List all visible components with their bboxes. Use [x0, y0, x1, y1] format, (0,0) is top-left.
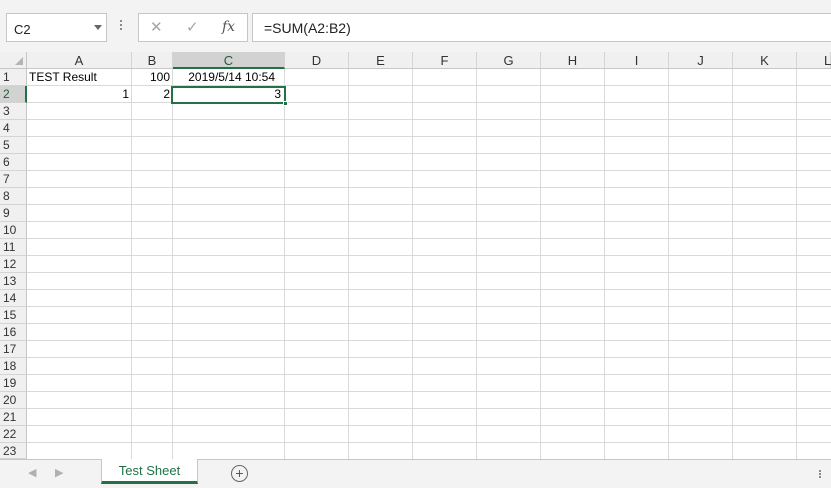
- row-header-15[interactable]: 15: [0, 307, 27, 324]
- formula-buttons: ✕ ✓ fx: [138, 13, 248, 42]
- scroll-right-icon[interactable]: ▶: [55, 466, 63, 479]
- column-header-g[interactable]: G: [477, 52, 541, 69]
- row-header-13[interactable]: 13: [0, 273, 27, 290]
- row-header-5[interactable]: 5: [0, 137, 27, 154]
- add-sheet-icon[interactable]: +: [231, 465, 248, 482]
- row-header-20[interactable]: 20: [0, 392, 27, 409]
- column-header-k[interactable]: K: [733, 52, 797, 69]
- fill-handle[interactable]: [283, 101, 288, 106]
- column-header-c[interactable]: C: [173, 52, 285, 69]
- cell-a2[interactable]: 1: [27, 86, 132, 103]
- chevron-down-icon[interactable]: [94, 25, 102, 30]
- column-header-i[interactable]: I: [605, 52, 669, 69]
- column-header-a[interactable]: A: [27, 52, 132, 69]
- row-header-16[interactable]: 16: [0, 324, 27, 341]
- column-header-f[interactable]: F: [413, 52, 477, 69]
- formula-bar: C2 ✕ ✓ fx =SUM(A2:B2): [0, 0, 831, 52]
- row-header-23[interactable]: 23: [0, 443, 27, 459]
- row-header-11[interactable]: 11: [0, 239, 27, 256]
- active-cell-border: [171, 86, 286, 104]
- column-header-l[interactable]: L: [797, 52, 831, 69]
- formula-input[interactable]: =SUM(A2:B2): [252, 13, 831, 42]
- sheet-tab-bar: ◀ ▶ Test Sheet +: [0, 459, 831, 488]
- name-box-value: C2: [14, 22, 31, 37]
- insert-function-icon[interactable]: fx: [222, 19, 235, 35]
- row-header-10[interactable]: 10: [0, 222, 27, 239]
- row-header-4[interactable]: 4: [0, 120, 27, 137]
- cell-b1[interactable]: 100: [132, 69, 173, 86]
- row-header-12[interactable]: 12: [0, 256, 27, 273]
- cell-c1[interactable]: 2019/5/14 10:54: [173, 69, 285, 86]
- row-header-8[interactable]: 8: [0, 188, 27, 205]
- column-header-e[interactable]: E: [349, 52, 413, 69]
- row-header-2[interactable]: 2: [0, 86, 27, 103]
- column-header-d[interactable]: D: [285, 52, 349, 69]
- select-all-button[interactable]: [0, 52, 27, 69]
- row-header-9[interactable]: 9: [0, 205, 27, 222]
- name-box[interactable]: C2: [6, 13, 107, 42]
- scroll-left-icon[interactable]: ◀: [28, 466, 36, 479]
- sheet-tab-test-sheet[interactable]: Test Sheet: [101, 459, 198, 484]
- row-header-3[interactable]: 3: [0, 103, 27, 120]
- enter-icon[interactable]: ✓: [186, 18, 199, 36]
- column-header-h[interactable]: H: [541, 52, 605, 69]
- row-header-21[interactable]: 21: [0, 409, 27, 426]
- row-header-19[interactable]: 19: [0, 375, 27, 392]
- row-header-22[interactable]: 22: [0, 426, 27, 443]
- row-header-6[interactable]: 6: [0, 154, 27, 171]
- column-header-j[interactable]: J: [669, 52, 733, 69]
- cancel-icon[interactable]: ✕: [150, 18, 163, 36]
- cell-b2[interactable]: 2: [132, 86, 173, 103]
- row-header-14[interactable]: 14: [0, 290, 27, 307]
- select-all-icon: [15, 57, 23, 65]
- tab-splitter-icon[interactable]: [818, 469, 822, 481]
- column-header-b[interactable]: B: [132, 52, 173, 69]
- formula-value: =SUM(A2:B2): [264, 20, 351, 36]
- row-header-17[interactable]: 17: [0, 341, 27, 358]
- row-header-18[interactable]: 18: [0, 358, 27, 375]
- drag-handle-icon[interactable]: [119, 18, 123, 36]
- row-header-1[interactable]: 1: [0, 69, 27, 86]
- row-header-7[interactable]: 7: [0, 171, 27, 188]
